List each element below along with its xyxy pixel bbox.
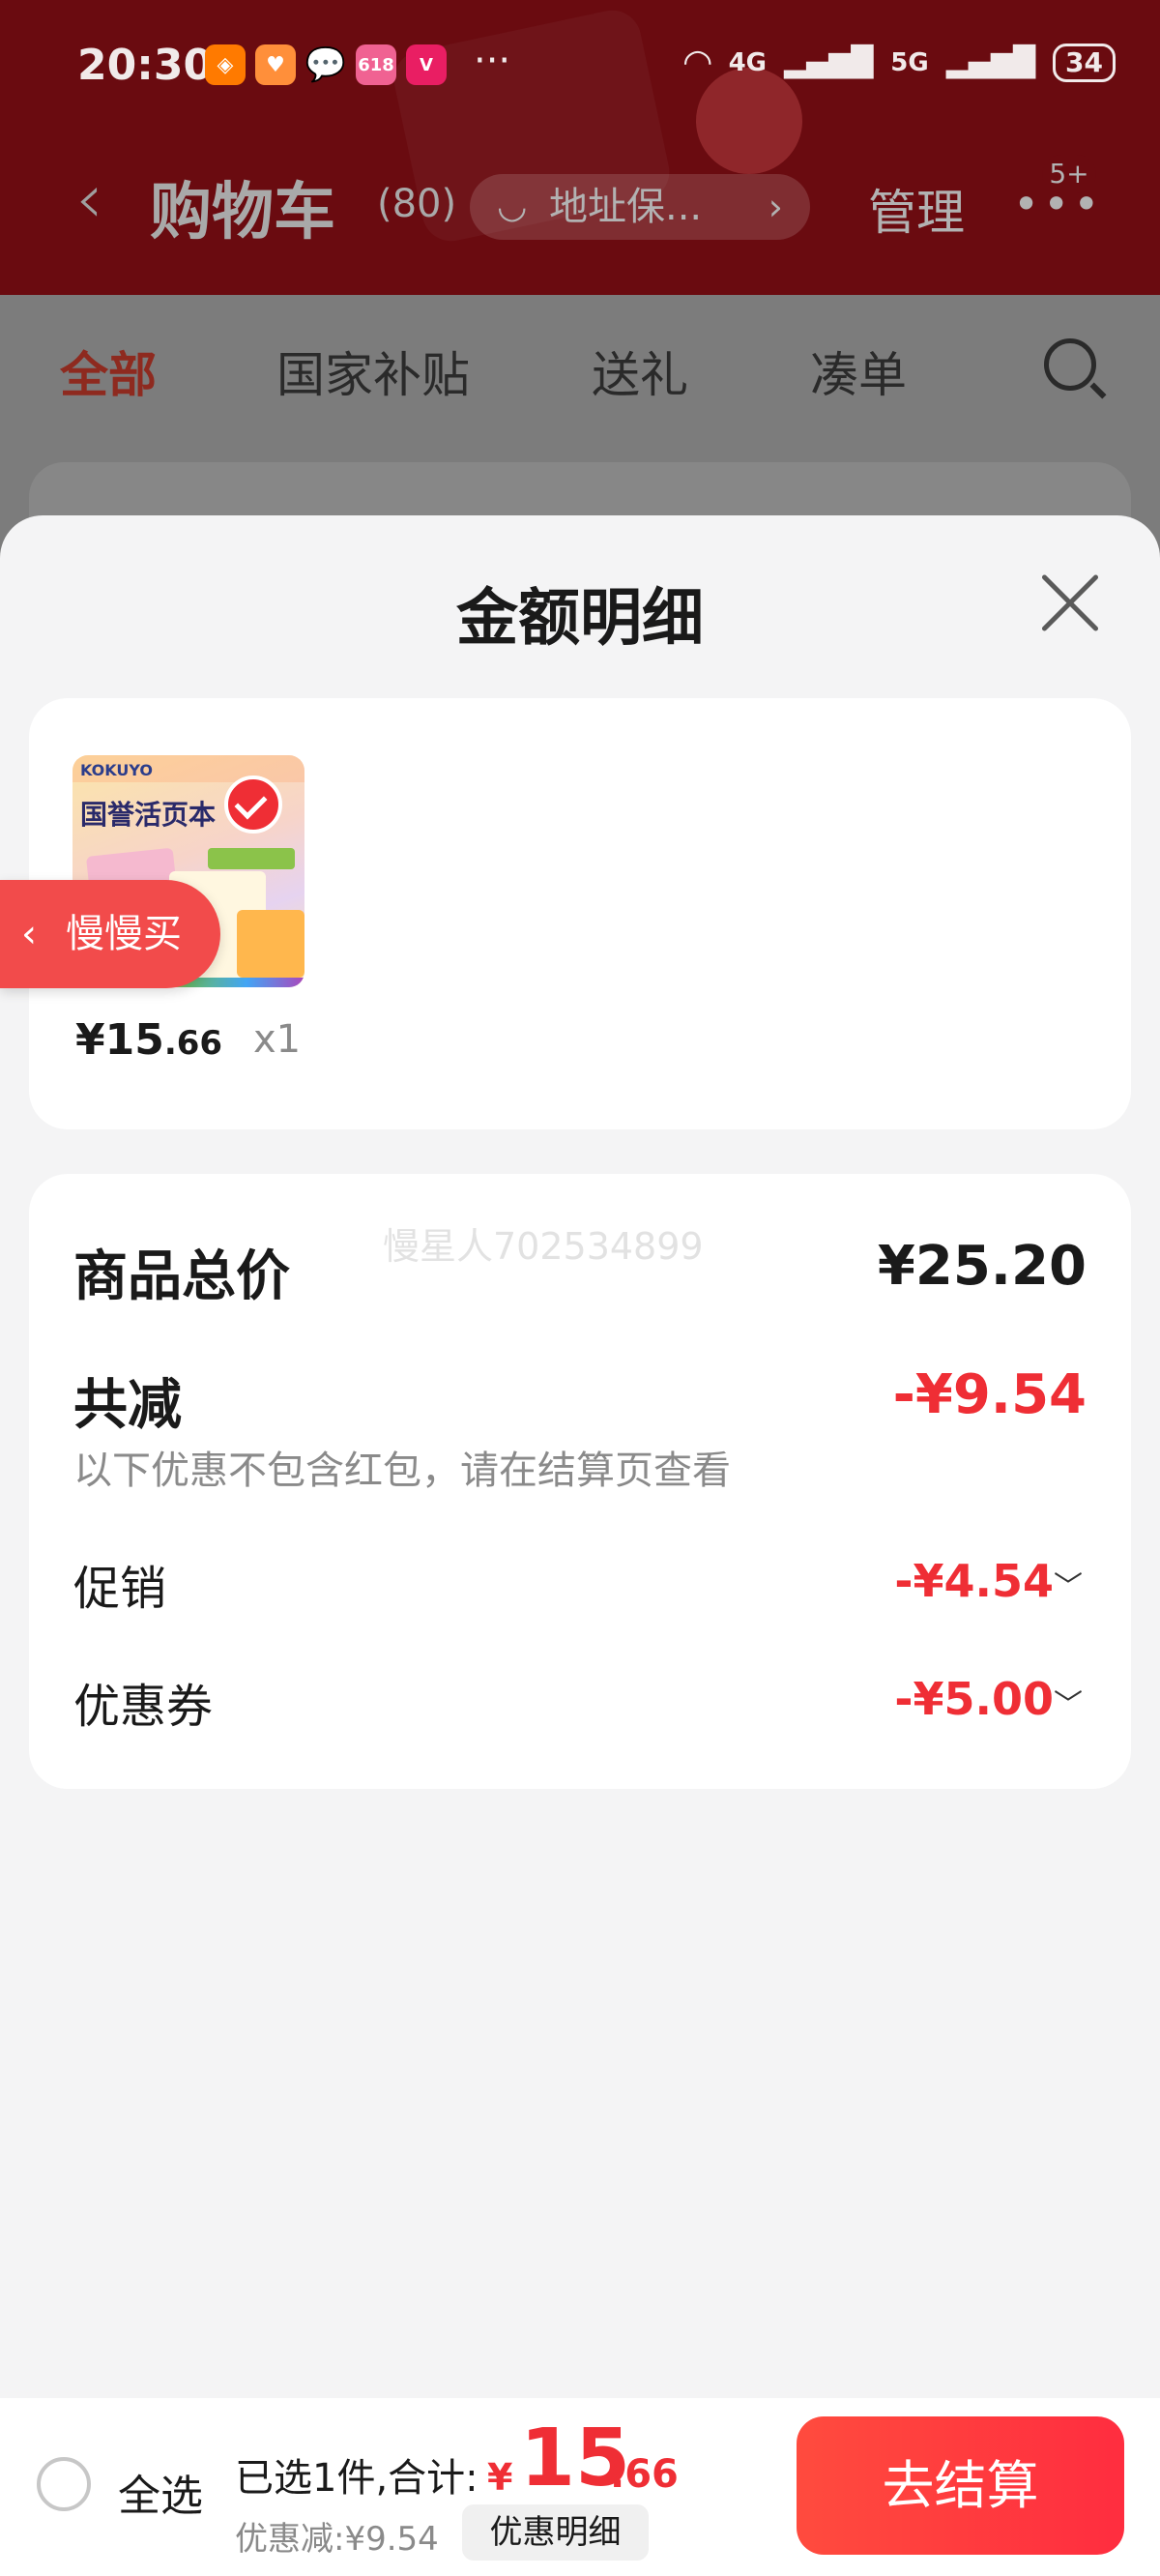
discount-summary: 优惠减:¥9.54 [235, 2520, 439, 2559]
item-price: ¥15.66 [75, 1015, 223, 1065]
item-quantity: x1 [253, 1017, 302, 1062]
wifi-icon: ◠ [683, 43, 711, 82]
signal-5g-icon: 5G [890, 47, 929, 77]
reduction-note: 以下优惠不包含红包，请在结算页查看 [73, 1449, 731, 1493]
status-bar: 20:30 ◈ ♥ 💬 618 V ··· ◠ 4G ▂▄▆█ 5G ▂▄▆█ … [0, 0, 1160, 145]
select-all-radio[interactable] [37, 2457, 91, 2511]
618-app-icon: 618 [356, 44, 396, 85]
page-title: 购物车 [150, 177, 335, 249]
manmanmai-float-button[interactable]: ‹ 慢慢买 [0, 880, 220, 988]
selection-summary: 已选1件,合计: [235, 2456, 478, 2501]
tab-all[interactable]: 全部 [60, 337, 157, 406]
tab-bar [0, 295, 1160, 445]
total-reduction-label: 共减 [73, 1374, 182, 1437]
total-price-label: 商品总价 [73, 1245, 290, 1308]
notification-icons: ◈ ♥ 💬 618 V [205, 44, 447, 85]
thumb-title: 国誉活页本 [80, 799, 217, 831]
discount-detail-button[interactable]: 优惠明细 [462, 2504, 649, 2561]
sheet-title: 金额明细 [456, 583, 704, 655]
total-amount-decimal: .66 [610, 2452, 679, 2497]
float-button-label: 慢慢买 [66, 912, 182, 956]
chevron-left-icon: ‹ [21, 912, 37, 956]
vip-app-icon: V [406, 44, 447, 85]
tab-national-subsidy[interactable]: 国家补贴 [276, 337, 470, 406]
manage-button[interactable]: 管理 [868, 174, 965, 244]
promotion-label: 促销 [73, 1562, 167, 1616]
eye-closed-icon: ◡ [497, 187, 528, 226]
total-currency: ¥ [487, 2456, 513, 2499]
tab-gift[interactable]: 送礼 [592, 337, 688, 406]
address-selector[interactable]: ◡ 地址保... › [470, 174, 810, 240]
signal-bars-icon: ▂▄▆█ [784, 45, 874, 79]
coupon-value[interactable]: -¥5.00 [894, 1673, 1054, 1725]
address-label: 地址保... [549, 185, 703, 229]
chevron-down-icon[interactable]: ﹀ [1054, 1681, 1083, 1723]
battery-icon: 34 [1053, 43, 1116, 82]
signal-bars-icon: ▂▄▆█ [945, 45, 1036, 79]
signal-4g-icon: 4G [728, 47, 767, 77]
chevron-right-icon: › [768, 186, 783, 228]
close-icon[interactable] [1039, 573, 1099, 633]
message-badge: 5+ [1042, 155, 1096, 193]
coupon-label: 优惠券 [73, 1680, 214, 1734]
total-price-value: ¥25.20 [877, 1235, 1087, 1298]
checkout-button[interactable]: 去结算 [797, 2416, 1124, 2555]
system-status: ◠ 4G ▂▄▆█ 5G ▂▄▆█ 34 [684, 43, 1116, 82]
health-app-icon: ♥ [255, 44, 296, 85]
total-reduction-value: -¥9.54 [892, 1363, 1087, 1426]
cart-count: (80) [377, 182, 457, 226]
thumb-brand: KOKUYO [80, 761, 154, 779]
status-time: 20:30 [77, 41, 214, 90]
checkmark-icon [224, 776, 282, 834]
wechat-icon: 💬 [304, 45, 347, 84]
search-icon[interactable] [1044, 338, 1096, 391]
taobao-app-icon: ◈ [205, 44, 246, 85]
more-notifications-icon: ··· [474, 39, 511, 83]
chevron-left-icon[interactable]: ‹ [75, 163, 103, 233]
chevron-down-icon[interactable]: ﹀ [1054, 1563, 1083, 1605]
watermark: 慢星人702534899 [383, 1225, 704, 1268]
select-all-label[interactable]: 全选 [118, 2461, 203, 2523]
tab-add-on[interactable]: 凑单 [810, 337, 907, 406]
promotion-value[interactable]: -¥4.54 [894, 1555, 1054, 1607]
